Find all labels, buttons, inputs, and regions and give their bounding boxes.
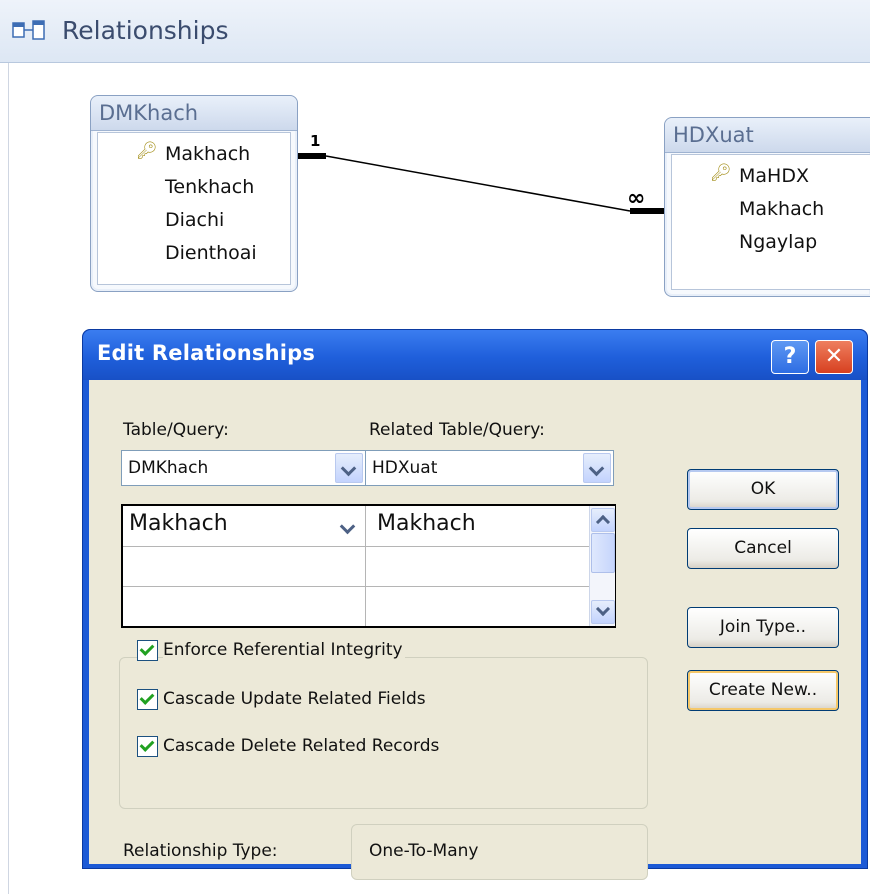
cascade-update-checkbox[interactable] bbox=[137, 689, 158, 710]
field-item[interactable]: Makhach bbox=[165, 143, 250, 165]
field-item[interactable]: Diachi bbox=[165, 209, 224, 231]
dialog-titlebar[interactable]: Edit Relationships ? ✕ bbox=[83, 330, 867, 380]
chevron-down-icon[interactable] bbox=[335, 512, 361, 540]
grid-cell-right[interactable]: Makhach bbox=[377, 511, 476, 536]
relationship-type-value: One-To-Many bbox=[369, 841, 479, 861]
scroll-thumb[interactable] bbox=[591, 533, 615, 573]
field-item[interactable]: Makhach bbox=[739, 198, 824, 220]
enforce-integrity-label[interactable]: Enforce Referential Integrity bbox=[163, 640, 405, 660]
table-query-label: Table/Query: bbox=[123, 420, 229, 440]
window-title: Relationships bbox=[62, 16, 229, 45]
table-title[interactable]: HDXuat bbox=[665, 118, 870, 153]
cancel-button[interactable]: Cancel bbox=[687, 528, 839, 569]
related-table-query-value: HDXuat bbox=[372, 458, 438, 478]
relationship-type-box: One-To-Many bbox=[351, 824, 648, 880]
ok-button[interactable]: OK bbox=[687, 469, 839, 510]
field-item[interactable]: Dienthoai bbox=[165, 242, 257, 264]
grid-cell-left[interactable]: Makhach bbox=[129, 511, 228, 536]
related-table-query-select[interactable]: HDXuat bbox=[365, 450, 614, 486]
relationship-type-label: Relationship Type: bbox=[123, 841, 278, 861]
table-query-value: DMKhach bbox=[128, 458, 209, 478]
scroll-down-button[interactable] bbox=[591, 600, 615, 624]
table-dmkhach[interactable]: DMKhach 🔑︎ Makhach Tenkhach Diachi Dient… bbox=[90, 95, 298, 292]
cascade-update-label[interactable]: Cascade Update Related Fields bbox=[163, 689, 426, 709]
chevron-down-icon[interactable] bbox=[583, 453, 611, 483]
close-button[interactable]: ✕ bbox=[815, 340, 853, 374]
relationships-tab[interactable]: Relationships bbox=[0, 0, 870, 63]
field-item[interactable]: Tenkhach bbox=[165, 176, 254, 198]
table-query-select[interactable]: DMKhach bbox=[121, 450, 366, 486]
scroll-up-button[interactable] bbox=[591, 508, 615, 532]
create-new-button[interactable]: Create New.. bbox=[687, 670, 839, 711]
chevron-down-icon[interactable] bbox=[335, 453, 363, 483]
primary-key-icon: 🔑︎ bbox=[710, 163, 732, 183]
dialog-client: Table/Query: Related Table/Query: DMKhac… bbox=[89, 380, 861, 880]
field-mapping-grid[interactable]: Makhach Makhach bbox=[121, 504, 616, 628]
cascade-delete-label[interactable]: Cascade Delete Related Records bbox=[163, 736, 439, 756]
field-list: 🔑︎ Makhach Tenkhach Diachi Dienthoai bbox=[97, 132, 291, 285]
options-group bbox=[119, 657, 648, 809]
table-hdxuat[interactable]: HDXuat 🔑︎ MaHDX Makhach Ngaylap bbox=[664, 117, 870, 297]
field-list: 🔑︎ MaHDX Makhach Ngaylap bbox=[671, 154, 870, 290]
help-button[interactable]: ? bbox=[771, 340, 809, 374]
cascade-delete-checkbox[interactable] bbox=[137, 736, 158, 757]
relationships-icon bbox=[12, 20, 45, 40]
edit-relationships-dialog: Edit Relationships ? ✕ Table/Query: Rela… bbox=[82, 329, 868, 880]
dialog-title: Edit Relationships bbox=[97, 341, 316, 365]
field-item[interactable]: Ngaylap bbox=[739, 231, 817, 253]
primary-key-icon: 🔑︎ bbox=[136, 141, 158, 161]
field-item[interactable]: MaHDX bbox=[739, 165, 809, 187]
enforce-integrity-checkbox[interactable] bbox=[137, 640, 158, 661]
related-table-query-label: Related Table/Query: bbox=[369, 420, 545, 440]
join-type-button[interactable]: Join Type.. bbox=[687, 607, 839, 648]
table-title[interactable]: DMKhach bbox=[91, 96, 297, 131]
vertical-scrollbar[interactable] bbox=[589, 506, 615, 626]
